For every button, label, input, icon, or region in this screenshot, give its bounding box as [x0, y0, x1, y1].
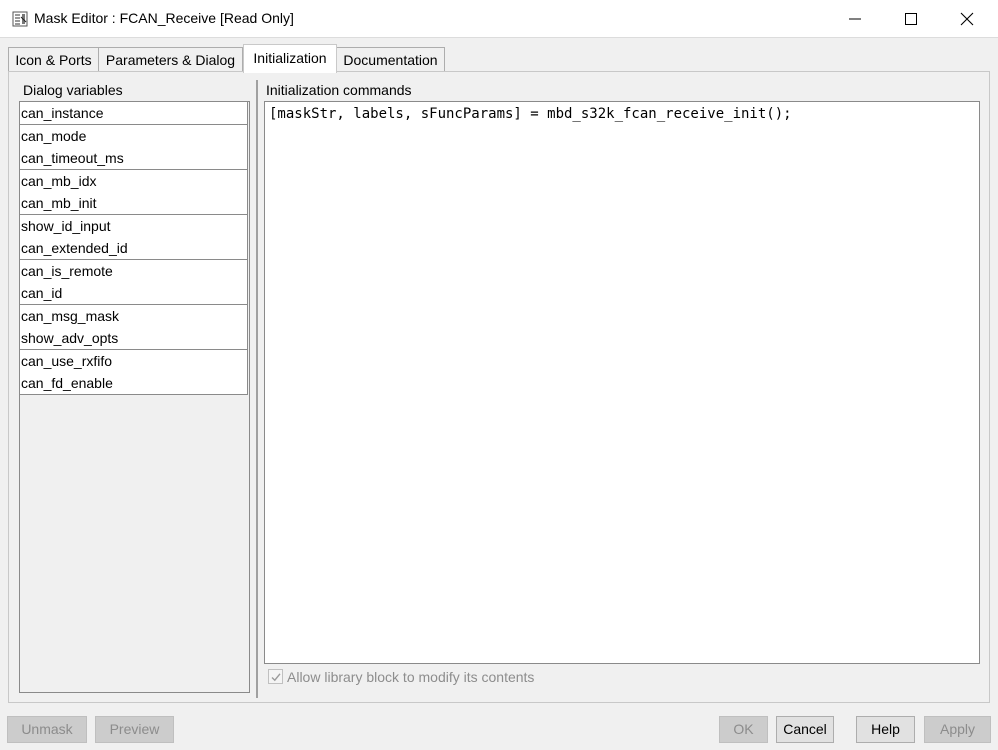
cancel-button[interactable]: Cancel	[776, 716, 834, 743]
tab-parameters-dialog[interactable]: Parameters & Dialog	[98, 47, 243, 72]
list-item[interactable]: can_id	[20, 282, 248, 305]
ok-button[interactable]: OK	[719, 716, 768, 743]
tab-initialization[interactable]: Initialization	[243, 44, 337, 73]
apply-button[interactable]: Apply	[924, 716, 991, 743]
initialization-code: [maskStr, labels, sFuncParams] = mbd_s32…	[269, 106, 792, 122]
initialization-panel: Dialog variables can_instance can_mode c…	[8, 71, 990, 703]
list-item[interactable]: can_instance	[20, 102, 248, 125]
preview-button[interactable]: Preview	[95, 716, 174, 743]
tab-documentation[interactable]: Documentation	[336, 47, 445, 72]
close-button[interactable]	[938, 0, 996, 38]
list-item[interactable]: can_fd_enable	[20, 372, 248, 395]
list-item[interactable]: can_mb_idx	[20, 169, 248, 193]
maximize-button[interactable]	[882, 0, 940, 38]
tab-label: Initialization	[253, 50, 327, 66]
title-bar: Mask Editor : FCAN_Receive [Read Only]	[0, 0, 998, 38]
list-item[interactable]: show_adv_opts	[20, 327, 248, 350]
minimize-icon	[849, 18, 861, 20]
initialization-code-editor[interactable]: [maskStr, labels, sFuncParams] = mbd_s32…	[264, 101, 980, 664]
tab-label: Documentation	[343, 52, 438, 68]
mask-editor-icon	[12, 11, 28, 27]
tab-label: Icon & Ports	[15, 52, 92, 68]
allow-modify-label: Allow library block to modify its conten…	[287, 669, 535, 685]
window-title: Mask Editor : FCAN_Receive [Read Only]	[34, 10, 294, 26]
list-item[interactable]: can_mode	[20, 124, 248, 148]
maximize-icon	[905, 13, 917, 25]
panel-splitter[interactable]	[256, 80, 258, 698]
list-item[interactable]: can_use_rxfifo	[20, 349, 248, 373]
list-item[interactable]: can_mb_init	[20, 192, 248, 215]
dialog-variables-header: Dialog variables	[23, 82, 123, 98]
list-item[interactable]: can_timeout_ms	[20, 147, 248, 170]
list-item[interactable]: can_extended_id	[20, 237, 248, 260]
list-item[interactable]: can_is_remote	[20, 259, 248, 283]
tab-icon-ports[interactable]: Icon & Ports	[8, 47, 99, 72]
tab-strip: Icon & Ports Parameters & Dialog Initial…	[8, 44, 988, 73]
close-icon	[960, 12, 974, 26]
help-button[interactable]: Help	[856, 716, 915, 743]
list-item[interactable]: can_msg_mask	[20, 304, 248, 328]
list-item[interactable]: show_id_input	[20, 214, 248, 238]
dialog-variables-list[interactable]: can_instance can_mode can_timeout_ms can…	[19, 101, 250, 693]
checkmark-icon	[271, 673, 281, 682]
allow-modify-checkbox[interactable]	[268, 669, 283, 684]
tab-label: Parameters & Dialog	[105, 52, 236, 68]
initialization-commands-header: Initialization commands	[266, 82, 412, 98]
minimize-button[interactable]	[826, 0, 884, 38]
unmask-button[interactable]: Unmask	[7, 716, 87, 743]
